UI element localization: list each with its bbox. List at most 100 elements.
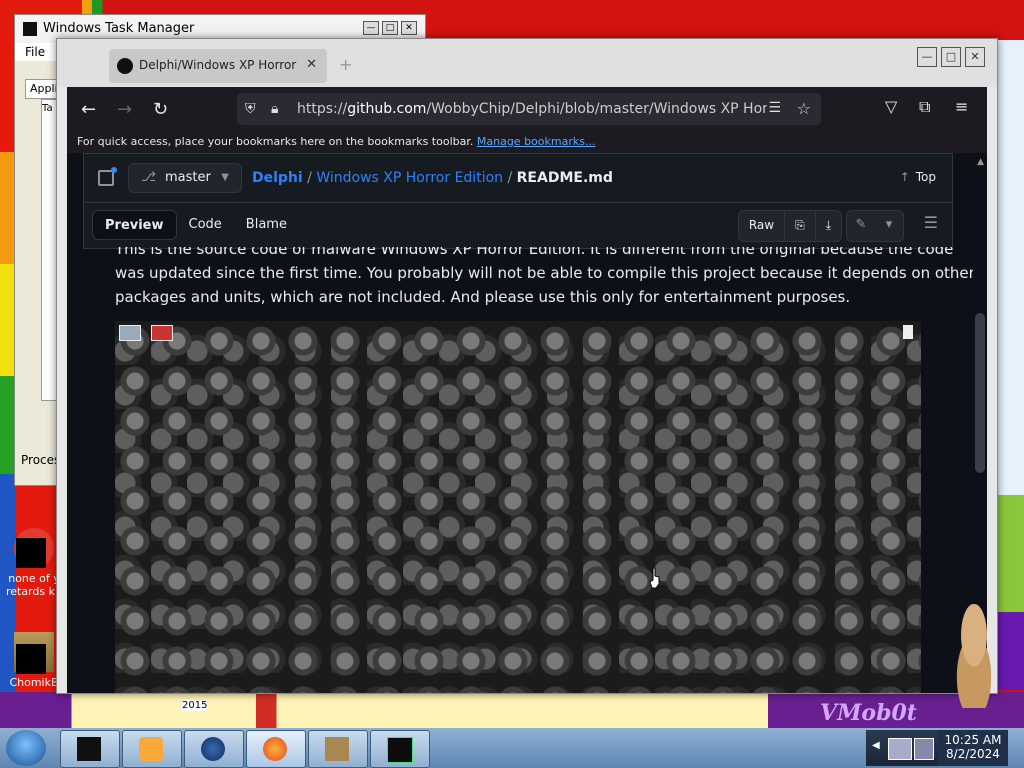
title-bar[interactable]: Delphi/Windows XP Horror Edit ✕ + — □ ✕	[57, 39, 997, 87]
readme-line: was updated since the first time. You pr…	[115, 264, 975, 282]
tab-title: Delphi/Windows XP Horror Edit	[139, 58, 299, 72]
taskbar-item-media[interactable]	[122, 730, 182, 768]
image-desktop-icon	[151, 325, 173, 341]
new-tab-button[interactable]: +	[339, 55, 352, 74]
globe-icon	[201, 737, 225, 761]
maximize-button[interactable]: □	[941, 47, 961, 67]
breadcrumb-separator: /	[507, 170, 513, 186]
navigation-toolbar: ← → ↻ ⛨ 🔒︎ https://github.com/WobbyChip/…	[67, 87, 987, 131]
github-icon	[117, 58, 133, 74]
breadcrumb-separator: /	[307, 170, 312, 186]
taskbar-item-monitor[interactable]	[370, 730, 430, 768]
media-player-icon	[139, 737, 163, 761]
reload-icon[interactable]: ↻	[153, 99, 168, 120]
tab-code[interactable]: Code	[177, 210, 234, 240]
close-button[interactable]: ✕	[401, 21, 417, 35]
breadcrumb: Delphi / Windows XP Horror Edition / REA…	[252, 170, 613, 186]
extensions-icon[interactable]: ⧉	[919, 97, 930, 117]
clock[interactable]: 10:25 AM 8/2/2024	[938, 730, 1008, 766]
image-desktop-icon	[903, 325, 913, 339]
branch-selector[interactable]: ⎇ master ▼	[128, 163, 242, 193]
url-bar[interactable]: ⛨ 🔒︎ https://github.com/WobbyChip/Delphi…	[237, 93, 821, 125]
hand-cursor-icon	[650, 568, 660, 588]
url-prefix: https://	[297, 101, 348, 117]
branch-name: master	[165, 170, 211, 185]
top-button[interactable]: ↑ Top	[900, 170, 936, 184]
back-arrow-icon[interactable]: ←	[81, 99, 96, 120]
taskbar-item-hamster[interactable]	[308, 730, 368, 768]
firefox-icon	[263, 737, 287, 761]
menu-icon[interactable]: ≡	[955, 97, 968, 116]
maximize-button[interactable]: □	[382, 21, 398, 35]
desktop-icon-chomik[interactable]: ChomikB	[4, 632, 64, 689]
chevron-down-icon: ▼	[221, 172, 229, 183]
file-view-bar: Preview Code Blame Raw ⎘ ⤓ ✎ ▾ ☰	[83, 203, 953, 249]
tab-blame[interactable]: Blame	[234, 210, 299, 240]
tab-preview[interactable]: Preview	[92, 210, 177, 240]
readme-partial-line: This is the source code of malware Windo…	[115, 247, 954, 258]
breadcrumb-file: README.md	[516, 170, 613, 186]
performance-monitor-icon	[387, 737, 413, 763]
desktop-icon-label: none of y retards kn	[6, 572, 62, 598]
show-hidden-icons-icon[interactable]: ◀	[872, 740, 880, 751]
hamster-sticker	[944, 604, 1004, 708]
reader-view-icon[interactable]: ☰	[768, 100, 781, 116]
chevron-down-icon[interactable]: ▾	[875, 211, 903, 241]
sidebar-toggle-icon[interactable]	[98, 167, 117, 186]
taskbar: ◀ 10:25 AM 8/2/2024	[0, 728, 1024, 768]
browser-tab[interactable]: Delphi/Windows XP Horror Edit ✕	[109, 49, 327, 83]
firefox-window[interactable]: Delphi/Windows XP Horror Edit ✕ + — □ ✕ …	[56, 38, 998, 694]
minimize-button[interactable]: —	[363, 21, 379, 35]
close-button[interactable]: ✕	[965, 47, 985, 67]
shield-icon[interactable]: ⛨	[245, 101, 256, 117]
desktop-icon-chrome[interactable]: none of y retards kn	[4, 528, 64, 598]
minimize-button[interactable]: —	[917, 47, 937, 67]
manage-bookmarks-link[interactable]: Manage bookmarks...	[477, 135, 596, 148]
bookmarks-hint: For quick access, place your bookmarks h…	[77, 135, 474, 148]
file-header: ⎇ master ▼ Delphi / Windows XP Horror Ed…	[83, 153, 953, 203]
forward-arrow-icon[interactable]: →	[117, 99, 132, 120]
list-header: Ta	[42, 103, 53, 114]
taskbar-item-firefox[interactable]	[246, 730, 306, 768]
view-switcher: Preview Code Blame	[92, 210, 299, 240]
raw-button[interactable]: Raw	[739, 211, 786, 239]
url-path: /WobbyChip/Delphi/blob/master/Windows XP…	[426, 101, 767, 117]
readme-line: packages and units, which are not includ…	[115, 288, 851, 306]
hamster-icon	[14, 632, 54, 674]
pocket-icon[interactable]: ▽	[885, 97, 897, 116]
breadcrumb-repo[interactable]: Delphi	[252, 170, 303, 186]
scroll-up-icon[interactable]: ▲	[977, 157, 984, 167]
network-icon[interactable]	[888, 738, 912, 760]
desktop-icon-label: ChomikB	[9, 676, 59, 689]
pencil-icon[interactable]: ✎	[847, 211, 875, 241]
vmob0t-logo: VMob0t	[820, 700, 917, 726]
lock-icon[interactable]: 🔒︎	[271, 101, 278, 117]
url-host: github.com	[347, 101, 427, 117]
system-tray: ◀	[866, 730, 938, 766]
desktop-year-label: 2015	[182, 700, 208, 711]
start-button[interactable]	[6, 730, 46, 766]
task-manager-status: Proces	[21, 453, 61, 467]
desktop-right-art	[996, 40, 1024, 690]
image-desktop-icon	[119, 325, 141, 341]
terminal-icon	[77, 737, 101, 761]
hamster-icon	[325, 737, 349, 761]
download-icon[interactable]: ⤓	[816, 211, 841, 239]
arrow-up-icon: ↑	[899, 170, 910, 184]
page-content[interactable]: ⎇ master ▼ Delphi / Windows XP Horror Ed…	[67, 153, 987, 693]
outline-icon[interactable]: ☰	[924, 213, 938, 232]
clock-time: 10:25 AM	[944, 733, 1002, 747]
bookmarks-toolbar: For quick access, place your bookmarks h…	[67, 131, 987, 153]
url-text[interactable]: https://github.com/WobbyChip/Delphi/blob…	[297, 101, 767, 117]
taskbar-item-taskmgr[interactable]	[60, 730, 120, 768]
scrollbar-thumb[interactable]	[975, 313, 985, 473]
copy-icon[interactable]: ⎘	[785, 211, 816, 239]
bookmark-star-icon[interactable]: ☆	[797, 99, 811, 118]
edit-button-group: ✎ ▾	[846, 210, 904, 242]
volume-icon[interactable]	[914, 738, 934, 760]
clock-date: 8/2/2024	[946, 747, 1000, 761]
breadcrumb-folder[interactable]: Windows XP Horror Edition	[316, 170, 503, 186]
tab-close-icon[interactable]: ✕	[306, 57, 317, 72]
taskbar-item-ie[interactable]	[184, 730, 244, 768]
readme-screenshot-skulls	[115, 321, 921, 693]
